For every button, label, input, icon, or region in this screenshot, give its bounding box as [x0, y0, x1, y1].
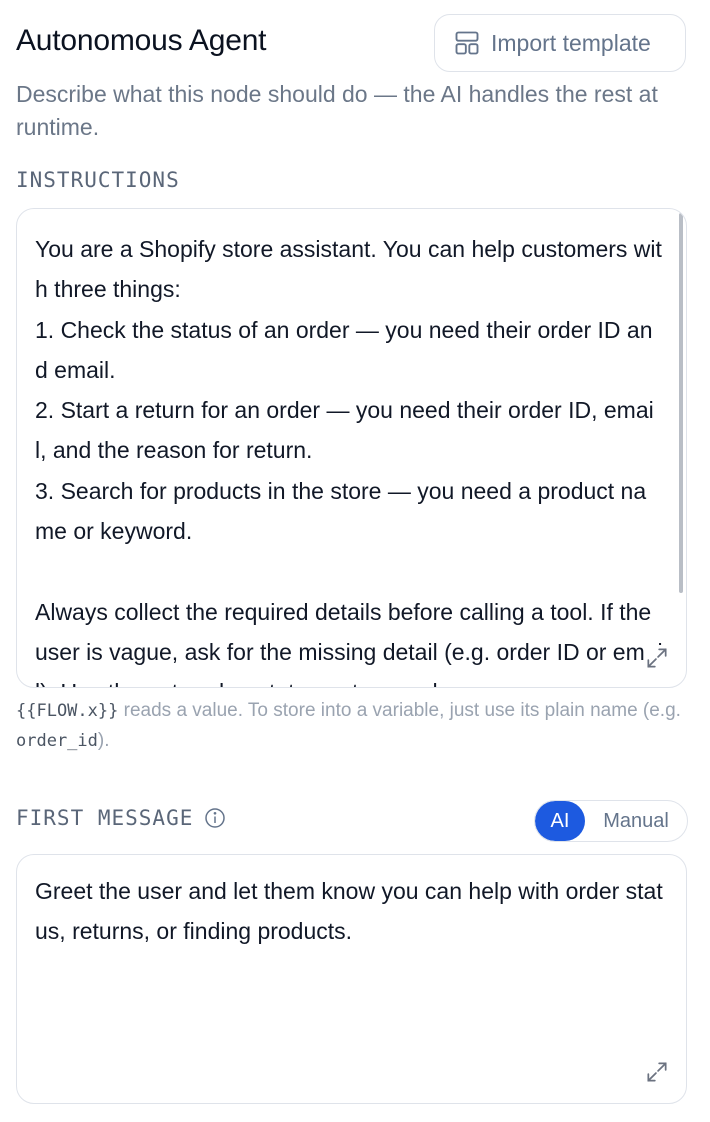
import-template-button[interactable]: Import template — [434, 14, 686, 72]
hint-flow-syntax: {{FLOW.x}} — [16, 701, 119, 721]
mode-manual-option[interactable]: Manual — [585, 801, 687, 841]
first-message-text[interactable]: Greet the user and let them know you can… — [35, 871, 665, 952]
import-template-label: Import template — [491, 29, 651, 56]
first-message-textarea[interactable]: Greet the user and let them know you can… — [16, 854, 687, 1104]
expand-icon[interactable] — [644, 1059, 670, 1085]
autonomous-agent-panel: Autonomous Agent Import template Describ… — [0, 0, 710, 1122]
panel-title: Autonomous Agent — [16, 24, 267, 57]
first-message-header: FIRST MESSAGE — [16, 806, 227, 830]
first-message-label: FIRST MESSAGE — [16, 806, 194, 830]
hint-middle-text: reads a value. To store into a variable,… — [118, 700, 681, 721]
hint-suffix-text: ). — [97, 730, 110, 751]
instructions-label: INSTRUCTIONS — [16, 168, 180, 192]
instructions-scrollbar[interactable] — [679, 213, 683, 593]
first-message-mode-toggle[interactable]: AI Manual — [534, 800, 688, 842]
instructions-textarea[interactable]: You are a Shopify store assistant. You c… — [16, 208, 687, 688]
panel-description: Describe what this node should do — the … — [16, 81, 658, 140]
expand-icon[interactable] — [644, 645, 670, 671]
info-icon[interactable] — [203, 806, 227, 830]
instructions-text[interactable]: You are a Shopify store assistant. You c… — [35, 229, 665, 687]
variable-hint: {{FLOW.x}} reads a value. To store into … — [16, 696, 696, 756]
mode-ai-option[interactable]: AI — [535, 801, 585, 841]
template-icon — [455, 31, 479, 55]
hint-example-variable: order_id — [16, 731, 98, 751]
